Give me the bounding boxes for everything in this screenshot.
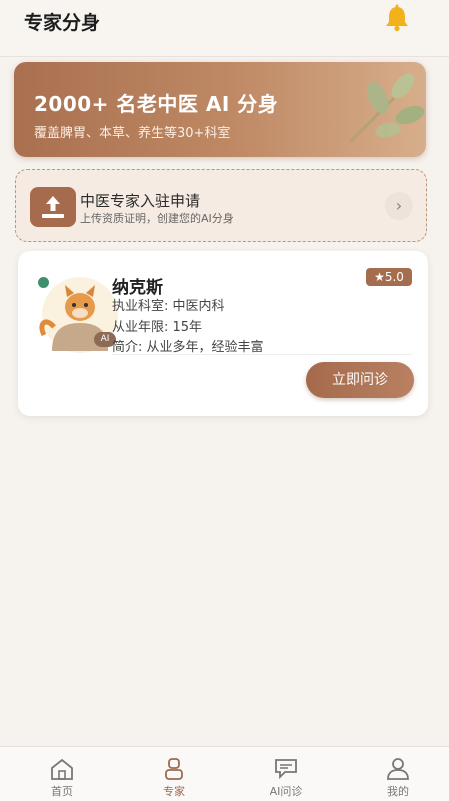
chat-icon <box>275 759 297 780</box>
chevron-right-icon[interactable]: › <box>385 192 413 220</box>
apply-subtitle: 上传资质证明，创建您的AI分身 <box>80 212 234 225</box>
expert-icon <box>165 758 183 780</box>
doctor-card[interactable]: AI 纳克斯 ★5.0 执业科室: 中医内科 从业年限: 15年 简介: 从业多… <box>18 251 428 416</box>
bell-icon[interactable] <box>381 4 413 32</box>
consult-button[interactable]: 立即问诊 <box>306 362 414 398</box>
upload-icon <box>30 187 76 227</box>
home-icon <box>51 758 73 780</box>
online-status-dot <box>36 275 51 290</box>
tab-home[interactable]: 首页 <box>22 747 102 801</box>
tab-home-label: 首页 <box>51 785 73 798</box>
apply-title: 中医专家入驻申请 <box>80 192 201 210</box>
doctor-years: 从业年限: 15年 <box>112 320 203 335</box>
page-title: 专家分身 <box>24 12 101 34</box>
tab-expert-label: 专家 <box>163 785 185 798</box>
tab-expert[interactable]: 专家 <box>134 747 214 801</box>
banner-title: 2000+ 名老中医 AI 分身 <box>34 92 279 116</box>
doctor-department: 执业科室: 中医内科 <box>112 299 225 314</box>
expert-apply-card[interactable]: 中医专家入驻申请 上传资质证明，创建您的AI分身 › <box>15 169 427 242</box>
banner-subtitle: 覆盖脾胃、本草、养生等30+科室 <box>34 126 231 141</box>
doctor-intro: 简介: 从业多年，经验丰富 <box>112 340 264 355</box>
tab-mine-label: 我的 <box>387 785 409 798</box>
tab-ai-consult[interactable]: AI问诊 <box>246 747 326 801</box>
leaf-icon <box>348 73 425 144</box>
tab-ai-consult-label: AI问诊 <box>269 785 303 798</box>
user-icon <box>387 758 409 780</box>
tab-mine[interactable]: 我的 <box>358 747 438 801</box>
bottom-tab-bar: 首页 专家 AI问诊 我的 <box>0 746 449 801</box>
rating-badge: ★5.0 <box>366 268 412 286</box>
card-divider <box>112 354 412 355</box>
avatar[interactable]: AI <box>34 271 122 353</box>
promo-banner[interactable]: 2000+ 名老中医 AI 分身 覆盖脾胃、本草、养生等30+科室 <box>14 62 426 157</box>
header-bar: 专家分身 <box>0 0 449 57</box>
